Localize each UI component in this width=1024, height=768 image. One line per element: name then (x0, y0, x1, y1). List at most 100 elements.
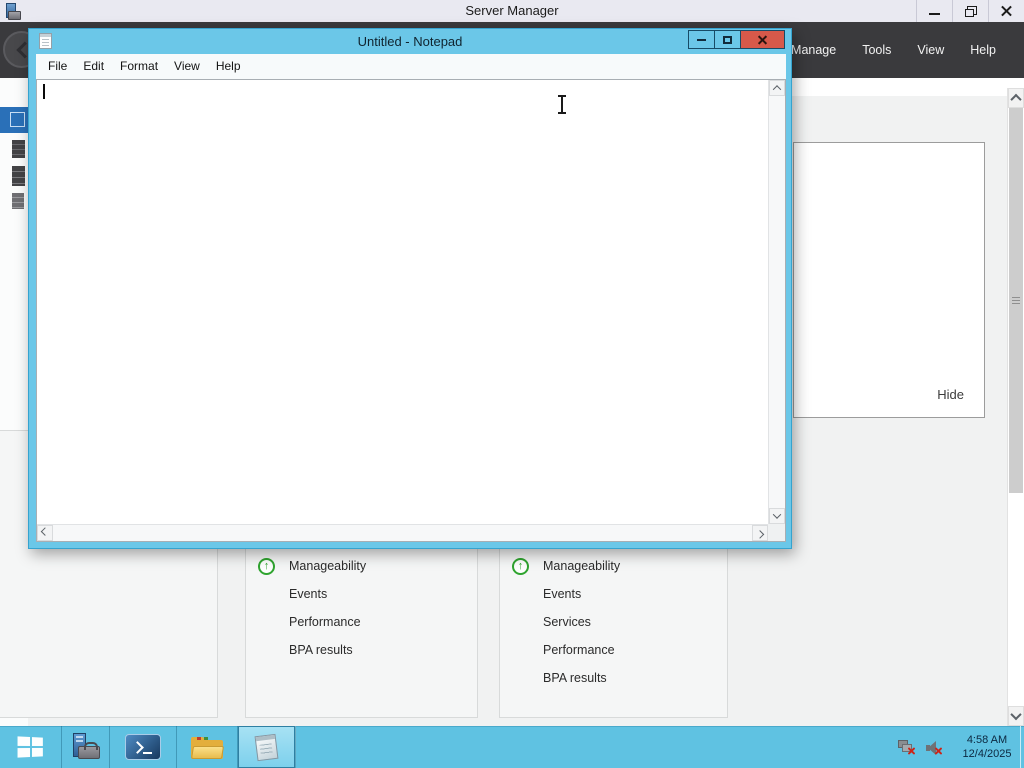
sidebar-item-dashboard[interactable] (0, 107, 28, 133)
scroll-right-arrow[interactable] (752, 525, 768, 541)
notepad-horizontal-scrollbar[interactable] (37, 524, 768, 541)
maximize-icon (723, 35, 732, 44)
menu-edit[interactable]: Edit (75, 54, 112, 79)
volume-muted-icon[interactable] (925, 739, 943, 756)
tile-row-events[interactable]: Events (258, 580, 471, 608)
tile-row-label: Events (543, 587, 582, 601)
status-up-icon: ↑ (512, 557, 529, 575)
minimize-icon (929, 13, 940, 15)
sidebar-item-icon[interactable] (12, 193, 24, 209)
resize-grip[interactable] (768, 524, 785, 541)
close-button[interactable] (988, 0, 1024, 22)
server-manager-window-title: Server Manager (465, 3, 559, 18)
tile-row-label: BPA results (543, 671, 607, 685)
desktop: Server Manager Manage Tools View Help ↑ (0, 0, 1024, 768)
red-x-badge-icon (907, 747, 916, 756)
window-controls (916, 0, 1024, 22)
notepad-client-area (36, 79, 786, 542)
scroll-up-arrow[interactable] (1008, 88, 1024, 108)
mouse-cursor-ibeam-icon (556, 95, 568, 114)
chevron-left-icon (40, 527, 50, 536)
taskbar-powershell-button[interactable] (110, 726, 177, 768)
menu-format[interactable]: Format (112, 54, 166, 79)
close-icon (757, 34, 768, 45)
taskbar-server-manager-button[interactable] (62, 726, 110, 768)
taskbar-buttons (0, 726, 296, 768)
tile-row-bpa-results[interactable]: BPA results (512, 664, 721, 692)
chevron-down-icon (772, 510, 782, 519)
chevron-down-icon (1010, 708, 1022, 721)
sidebar-item-icon[interactable] (12, 166, 25, 186)
close-button[interactable] (740, 30, 785, 49)
tile-row-manageability[interactable]: ↑ Manageability (258, 552, 471, 580)
scroll-down-arrow[interactable] (1008, 706, 1024, 726)
taskbar-clock[interactable]: 4:58 AM 12/4/2025 (954, 733, 1020, 761)
server-manager-menu: Manage Tools View Help (791, 22, 996, 78)
menu-manage[interactable]: Manage (791, 43, 836, 57)
tile-row-bpa-results[interactable]: BPA results (258, 636, 471, 664)
system-tray: 4:58 AM 12/4/2025 (898, 726, 1020, 768)
tile-row-performance[interactable]: Performance (258, 608, 471, 636)
notepad-text-area[interactable] (37, 80, 768, 524)
window-controls (688, 30, 785, 49)
restore-icon (964, 5, 977, 17)
notepad-icon (254, 733, 279, 761)
red-x-badge-icon (934, 747, 943, 756)
taskbar-file-explorer-button[interactable] (177, 726, 238, 768)
start-button[interactable] (0, 726, 62, 768)
tile-row-label: BPA results (289, 643, 353, 657)
tile-row-services[interactable]: Services (512, 608, 721, 636)
powershell-icon (125, 734, 161, 760)
scroll-left-arrow[interactable] (37, 525, 53, 541)
chevron-right-icon (755, 530, 765, 539)
close-icon (1000, 5, 1013, 18)
menu-file[interactable]: File (40, 54, 75, 79)
clock-date: 12/4/2025 (962, 748, 1012, 760)
text-caret (43, 84, 45, 99)
minimize-button[interactable] (916, 0, 952, 22)
notepad-titlebar[interactable]: Untitled - Notepad (29, 29, 791, 54)
server-manager-vertical-scrollbar[interactable] (1007, 88, 1024, 726)
maximize-button[interactable] (714, 30, 741, 49)
minimize-button[interactable] (688, 30, 715, 49)
minimize-icon (697, 38, 706, 41)
notepad-window: Untitled - Notepad File Edit Format View… (28, 28, 792, 549)
tile-row-label: Performance (543, 643, 615, 657)
show-desktop-button[interactable] (1020, 726, 1024, 768)
notepad-vertical-scrollbar[interactable] (768, 80, 785, 524)
restore-button[interactable] (952, 0, 988, 22)
dashboard-icon (10, 112, 25, 127)
tile-row-label: Manageability (289, 559, 367, 573)
notepad-menubar: File Edit Format View Help (36, 54, 786, 79)
chevron-up-icon (1010, 93, 1022, 106)
server-manager-titlebar[interactable]: Server Manager (0, 0, 1024, 22)
thumb-grip-icon (1012, 297, 1020, 304)
menu-view[interactable]: View (917, 43, 944, 57)
clock-time: 4:58 AM (966, 734, 1008, 746)
tile-row-performance[interactable]: Performance (512, 636, 721, 664)
menu-help[interactable]: Help (970, 43, 996, 57)
tile-row-label: Events (289, 587, 328, 601)
tile-row-manageability[interactable]: ↑ Manageability (512, 552, 721, 580)
chevron-up-icon (772, 85, 782, 94)
taskbar: 4:58 AM 12/4/2025 (0, 726, 1024, 768)
menu-view[interactable]: View (166, 54, 208, 79)
folder-icon (190, 734, 225, 760)
windows-logo-icon (17, 736, 43, 758)
tile-row-label: Services (543, 615, 591, 629)
scroll-up-arrow[interactable] (769, 80, 785, 96)
sidebar-item-icon[interactable] (12, 140, 25, 158)
notepad-window-title: Untitled - Notepad (357, 34, 463, 49)
welcome-panel: Hide (793, 142, 985, 418)
scroll-down-arrow[interactable] (769, 508, 785, 524)
server-manager-icon (71, 733, 101, 761)
menu-tools[interactable]: Tools (862, 43, 891, 57)
tile-row-events[interactable]: Events (512, 580, 721, 608)
scrollbar-thumb[interactable] (1009, 108, 1023, 493)
network-disconnected-icon[interactable] (898, 739, 916, 756)
hide-button[interactable]: Hide (937, 387, 964, 402)
tile-row-label: Performance (289, 615, 361, 629)
taskbar-notepad-button[interactable] (238, 726, 296, 768)
menu-help[interactable]: Help (208, 54, 249, 79)
status-up-icon: ↑ (258, 557, 275, 575)
